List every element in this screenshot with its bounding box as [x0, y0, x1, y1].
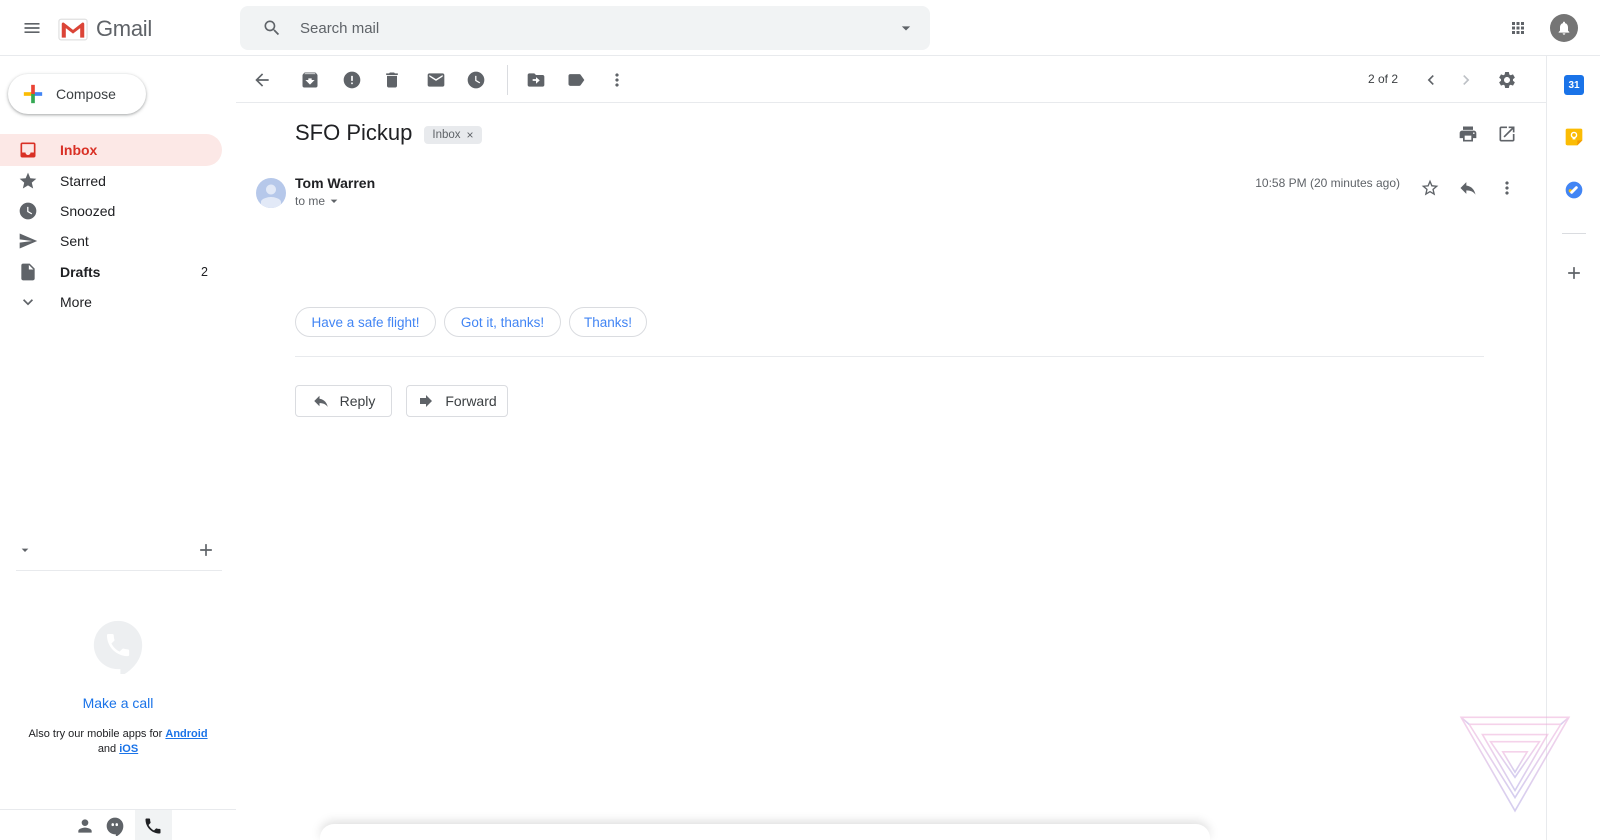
compose-button[interactable]: Compose	[8, 74, 146, 114]
smart-reply-row: Have a safe flight! Got it, thanks! Than…	[295, 307, 647, 337]
email-toolbar: 2 of 2	[236, 56, 1546, 103]
sidebar-divider	[16, 570, 222, 571]
sidebar-item-label: Drafts	[60, 264, 100, 280]
pagination-label: 2 of 2	[1368, 56, 1398, 103]
chevron-down-icon	[18, 292, 38, 312]
add-addon-plus-icon[interactable]	[1554, 253, 1594, 293]
sidebar-item-label: Sent	[60, 233, 89, 249]
make-a-call-link[interactable]: Make a call	[0, 695, 236, 711]
snooze-clock-icon[interactable]	[456, 60, 496, 100]
reply-arrow-icon[interactable]	[1448, 168, 1488, 208]
recipient-details-toggle[interactable]: to me	[295, 193, 342, 209]
phone-call-tab-icon[interactable]	[133, 806, 173, 840]
search-input[interactable]	[300, 20, 896, 37]
sender-name: Tom Warren	[295, 175, 375, 192]
delete-trash-icon[interactable]	[372, 60, 412, 100]
smart-reply-button[interactable]: Have a safe flight!	[295, 307, 436, 337]
compose-plus-icon	[8, 83, 44, 105]
older-chevron-right-icon[interactable]	[1446, 60, 1486, 100]
search-bar[interactable]	[240, 6, 930, 50]
side-panel-divider	[1562, 233, 1586, 234]
clock-icon	[18, 201, 38, 221]
send-icon	[18, 231, 38, 251]
android-link[interactable]: Android	[165, 728, 207, 740]
inbox-icon	[18, 140, 38, 160]
back-arrow-icon[interactable]	[242, 60, 282, 100]
email-timestamp: 10:58 PM (20 minutes ago)	[1255, 175, 1400, 192]
sidebar-item-snoozed[interactable]: Snoozed	[0, 195, 236, 227]
reply-label: Reply	[340, 393, 376, 409]
open-in-new-window-icon[interactable]	[1487, 114, 1527, 154]
email-subject: SFO Pickup	[295, 118, 412, 148]
calendar-date-label: 31	[1568, 80, 1579, 91]
side-panel-rail: 31	[1546, 56, 1600, 840]
header: Gmail	[0, 0, 1600, 56]
forward-icon	[417, 392, 435, 410]
keep-icon[interactable]	[1564, 127, 1584, 147]
smart-reply-button[interactable]: Got it, thanks!	[444, 307, 561, 337]
reply-icon	[312, 392, 330, 410]
message-footer-divider	[295, 356, 1484, 357]
sidebar-item-label: Snoozed	[60, 203, 115, 219]
sidebar-item-more[interactable]: More	[0, 286, 236, 318]
newer-chevron-left-icon[interactable]	[1411, 60, 1451, 100]
smart-reply-button[interactable]: Thanks!	[569, 307, 647, 337]
mark-unread-envelope-icon[interactable]	[416, 60, 456, 100]
inbox-label-chip[interactable]: Inbox ×	[424, 126, 481, 144]
sender-avatar	[256, 178, 286, 208]
sidebar-item-label: Starred	[60, 173, 106, 189]
sidebar-item-inbox[interactable]: Inbox	[0, 134, 222, 166]
star-icon	[18, 171, 38, 191]
tasks-icon[interactable]	[1564, 180, 1584, 200]
drafts-count-badge: 2	[201, 265, 208, 279]
google-apps-grid-icon[interactable]	[1498, 8, 1538, 48]
sidebar: Compose Inbox Starred Snoozed Sent Draft…	[0, 56, 236, 840]
hangouts-call-icon	[89, 616, 147, 674]
search-options-dropdown-icon[interactable]	[896, 18, 916, 38]
notification-bell-icon	[1556, 20, 1572, 36]
report-spam-icon[interactable]	[332, 60, 372, 100]
promo-prefix: Also try our mobile apps for	[28, 728, 162, 740]
calendar-icon[interactable]: 31	[1564, 75, 1584, 95]
compose-label: Compose	[56, 86, 116, 102]
mobile-apps-promo-text: Also try our mobile apps for Android and…	[18, 727, 218, 757]
gmail-wordmark: Gmail	[96, 16, 152, 42]
reply-button[interactable]: Reply	[295, 385, 392, 417]
details-caret-icon	[326, 193, 342, 209]
promo-and: and	[98, 743, 116, 755]
sidebar-item-label: More	[60, 294, 92, 310]
more-options-icon[interactable]	[597, 60, 637, 100]
forward-button[interactable]: Forward	[406, 385, 508, 417]
sidebar-item-drafts[interactable]: Drafts 2	[0, 256, 236, 288]
star-outline-icon[interactable]	[1410, 168, 1450, 208]
move-to-folder-icon[interactable]	[516, 60, 556, 100]
label-tag-icon[interactable]	[556, 60, 596, 100]
toolbar-divider	[507, 65, 508, 95]
message-more-options-icon[interactable]	[1487, 168, 1527, 208]
search-icon[interactable]	[252, 8, 292, 48]
recipient-label: to me	[295, 194, 325, 208]
subject-row: SFO Pickup Inbox ×	[295, 118, 482, 148]
account-avatar[interactable]	[1550, 14, 1578, 42]
hangouts-chat-icon[interactable]	[95, 806, 135, 840]
settings-gear-icon[interactable]	[1487, 60, 1527, 100]
gmail-envelope-icon	[58, 18, 88, 41]
inbox-label-chip-text: Inbox	[432, 129, 460, 141]
hamburger-menu-icon[interactable]	[12, 8, 52, 48]
gmail-logo[interactable]: Gmail	[58, 16, 152, 42]
bottom-panel-shadow	[320, 824, 1210, 840]
draft-file-icon	[18, 262, 38, 282]
hangouts-dropdown-caret-icon[interactable]	[13, 538, 37, 562]
gmail-app: Gmail	[0, 0, 1600, 840]
archive-icon[interactable]	[290, 60, 330, 100]
print-icon[interactable]	[1448, 114, 1488, 154]
forward-label: Forward	[445, 393, 496, 409]
sidebar-item-label: Inbox	[60, 142, 97, 158]
sidebar-item-sent[interactable]: Sent	[0, 225, 236, 257]
ios-link[interactable]: iOS	[119, 743, 138, 755]
email-view: 2 of 2 SFO Pickup Inbox × Tom Warren to …	[236, 56, 1546, 840]
new-conversation-plus-icon[interactable]	[186, 530, 226, 570]
sidebar-item-starred[interactable]: Starred	[0, 165, 236, 197]
remove-label-icon[interactable]: ×	[467, 128, 474, 142]
